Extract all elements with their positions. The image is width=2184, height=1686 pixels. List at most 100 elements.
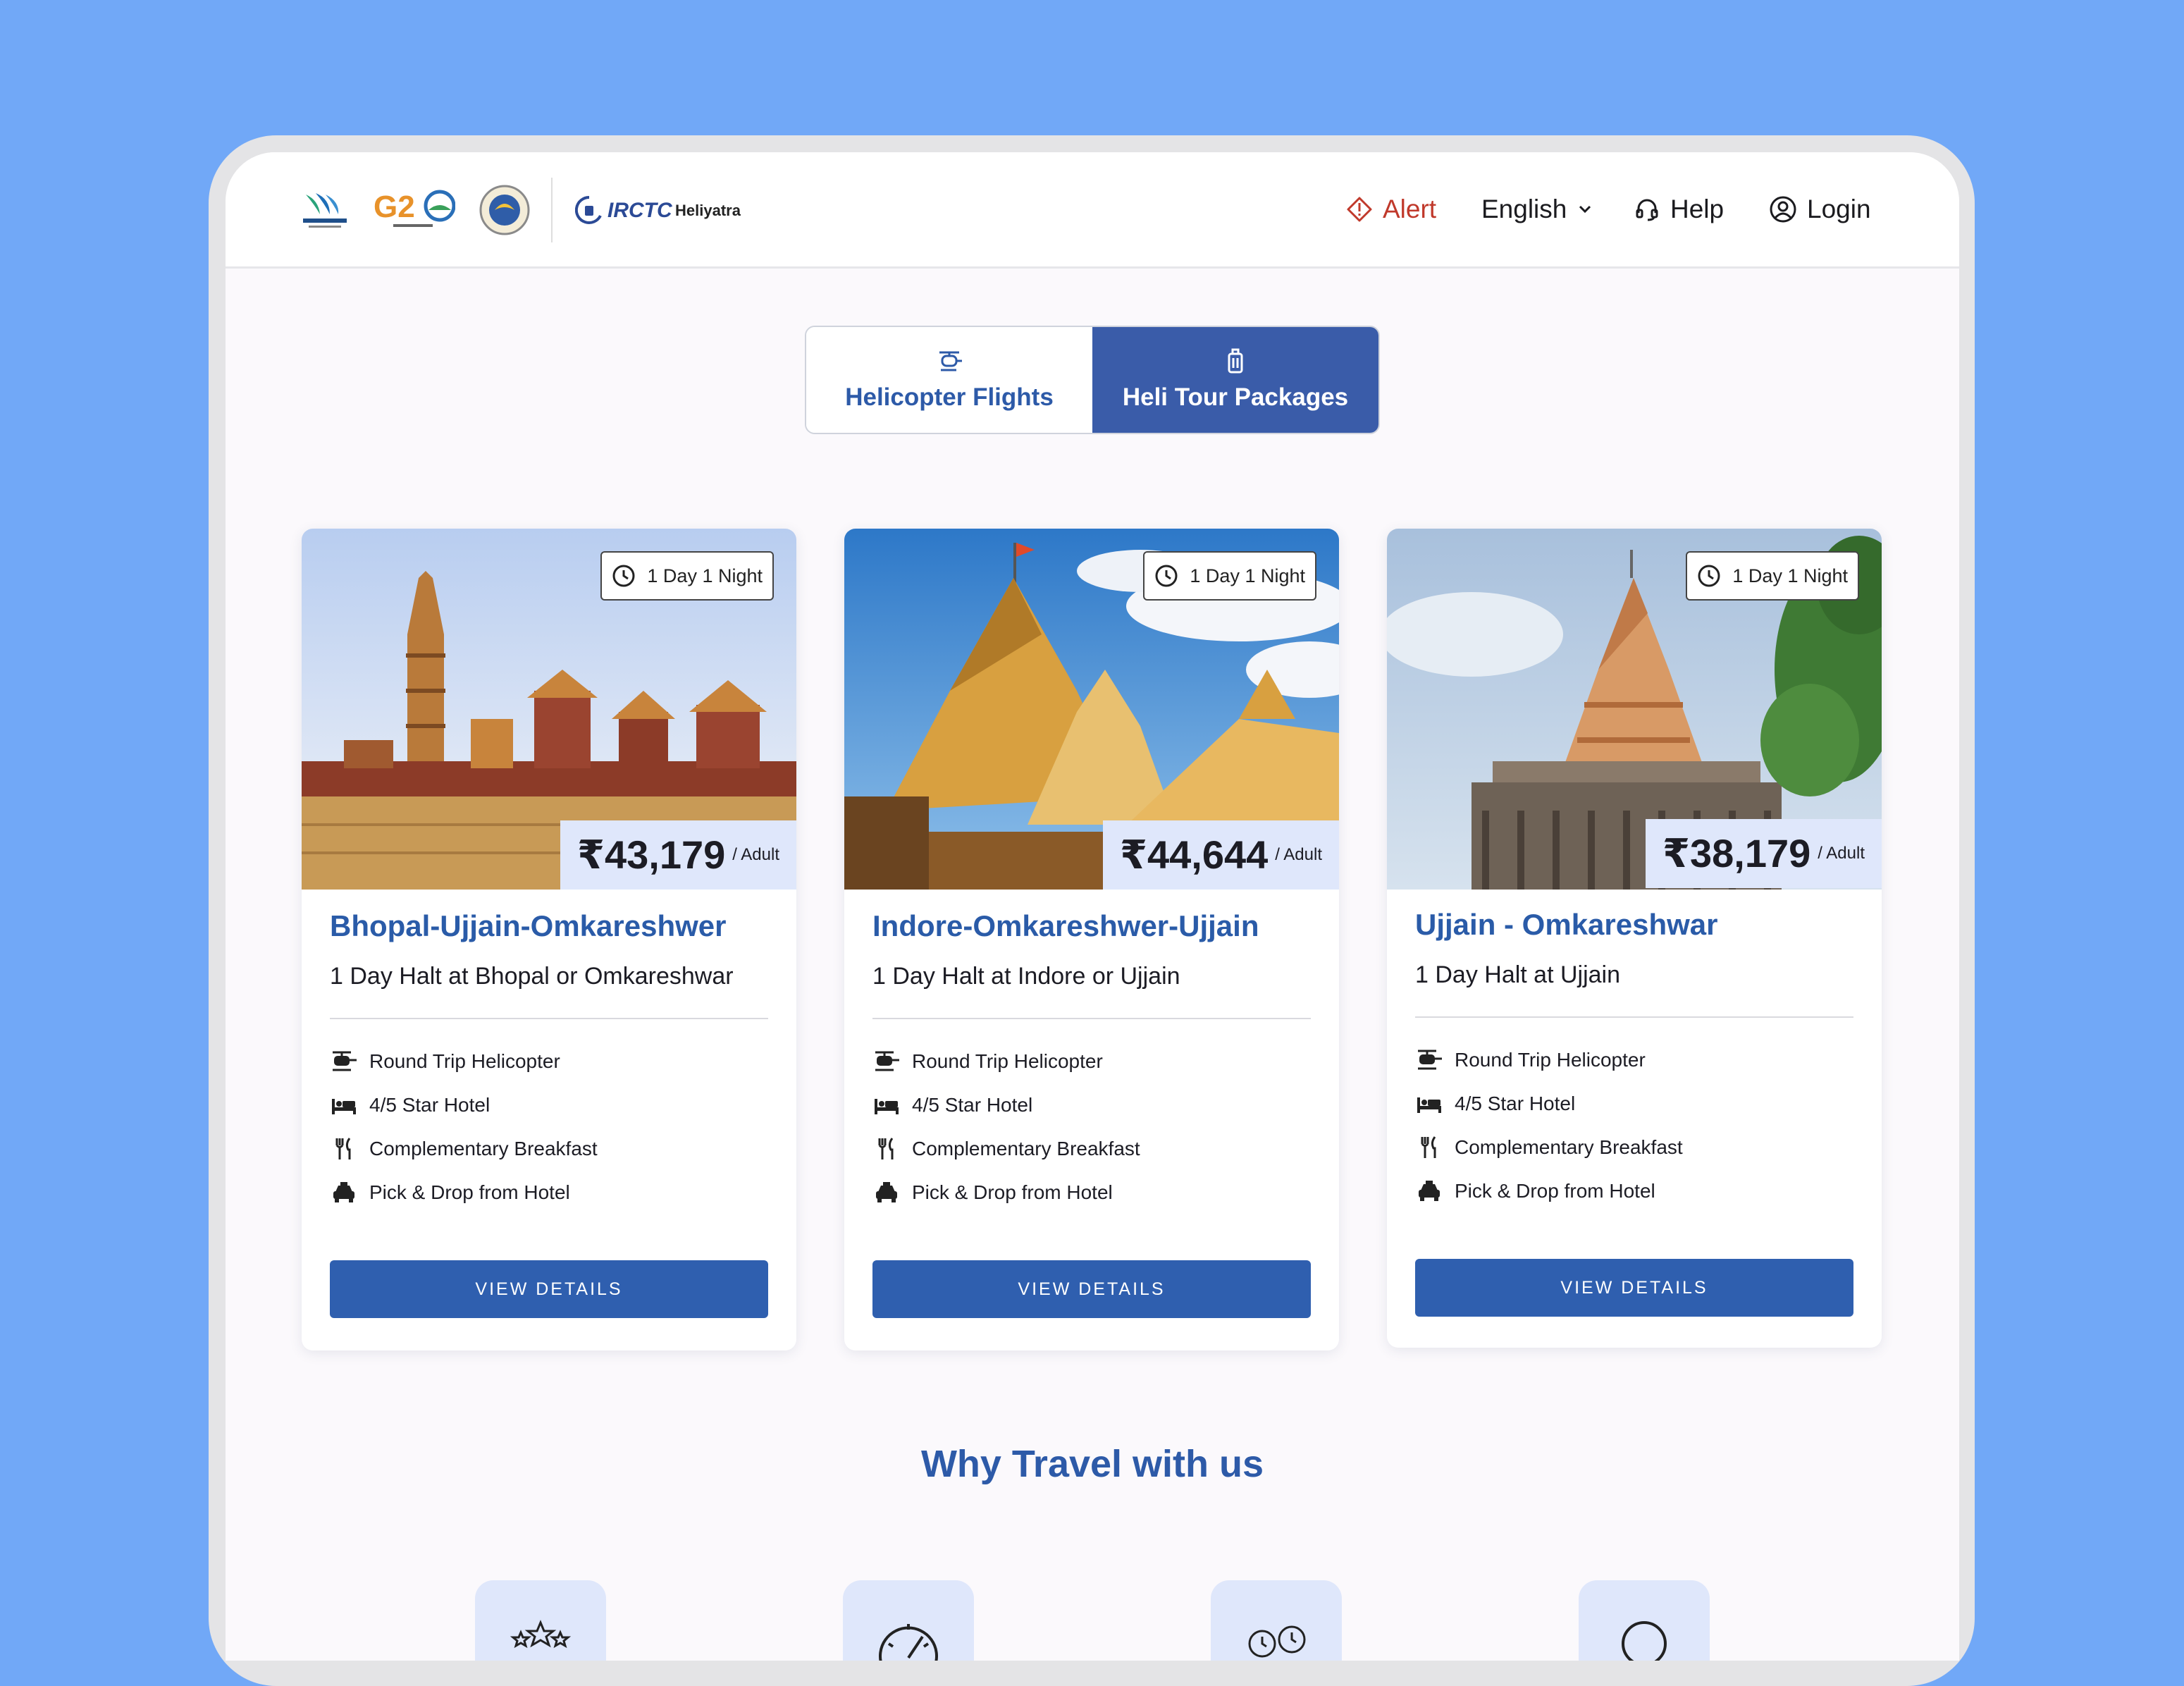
feature-label: 4/5 Star Hotel xyxy=(369,1094,491,1116)
logo-separator xyxy=(551,178,553,242)
stars-icon xyxy=(510,1620,572,1649)
helicopter-icon xyxy=(875,1051,899,1071)
card-divider xyxy=(1415,1016,1853,1018)
feature-label: 4/5 Star Hotel xyxy=(912,1094,1033,1116)
login-link[interactable]: Login xyxy=(1769,152,1871,266)
feature-label: 4/5 Star Hotel xyxy=(1455,1093,1576,1114)
package-card: 1 Day 1 Night ₹43,179 / Adult Bhopal-Ujj… xyxy=(302,529,796,1350)
feature-label: Round Trip Helicopter xyxy=(1455,1049,1646,1071)
feature-label: Complementary Breakfast xyxy=(369,1138,598,1159)
feature-item: Round Trip Helicopter xyxy=(1415,1046,1646,1074)
luggage-icon xyxy=(1228,348,1243,374)
uttarakhand-logo[interactable] xyxy=(299,187,351,234)
alert-link[interactable]: Alert xyxy=(1346,152,1436,266)
card-divider xyxy=(872,1018,1311,1019)
utensils-icon xyxy=(335,1138,351,1159)
person-icon xyxy=(1622,1621,1667,1661)
why-tile xyxy=(1579,1580,1710,1661)
clock-icon xyxy=(1155,565,1178,587)
feature-label: Pick & Drop from Hotel xyxy=(1455,1180,1655,1202)
price-tag: ₹44,644 / Adult xyxy=(1103,820,1339,890)
utensils-icon xyxy=(1421,1136,1436,1158)
price-amount: ₹38,179 xyxy=(1662,831,1811,875)
package-card: 1 Day 1 Night ₹44,644 / Adult Indore-Omk… xyxy=(844,529,1339,1350)
duration-badge: 1 Day 1 Night xyxy=(1143,551,1316,601)
g20-logo[interactable]: G2 xyxy=(372,186,455,233)
help-link[interactable]: Help xyxy=(1634,152,1724,266)
heliyatra-text: Heliyatra xyxy=(675,202,741,219)
irctc-emblem-icon xyxy=(575,195,602,224)
package-title: Indore-Omkareshwer-Ujjain xyxy=(872,909,1259,942)
price-tag: ₹43,179 / Adult xyxy=(560,820,796,890)
language-label: English xyxy=(1481,195,1567,223)
tab-helicopter-flights-label: Helicopter Flights xyxy=(845,383,1054,411)
help-label: Help xyxy=(1670,195,1725,223)
duration-badge: 1 Day 1 Night xyxy=(600,551,774,601)
view-details-button[interactable]: VIEW DETAILS xyxy=(1415,1259,1853,1317)
feature-label: Round Trip Helicopter xyxy=(369,1050,560,1072)
feature-item: Complementary Breakfast xyxy=(1415,1133,1683,1162)
package-title: Ujjain - Omkareshwar xyxy=(1415,908,1718,941)
package-subtitle: 1 Day Halt at Ujjain xyxy=(1415,961,1621,988)
login-label: Login xyxy=(1807,195,1871,223)
user-circle-icon xyxy=(1770,196,1796,223)
package-title: Bhopal-Ujjain-Omkareshwer xyxy=(330,909,727,942)
price-unit: / Adult xyxy=(732,845,779,864)
tab-heli-tour-packages[interactable]: Heli Tour Packages xyxy=(1092,327,1378,433)
svg-text:G2: G2 xyxy=(374,190,415,224)
bed-icon xyxy=(332,1099,356,1114)
feature-label: Pick & Drop from Hotel xyxy=(912,1181,1113,1203)
feature-item: Complementary Breakfast xyxy=(330,1135,598,1163)
irctc-heliyatra-logo[interactable]: IRCTC Heliyatra xyxy=(575,189,758,231)
view-details-button[interactable]: VIEW DETAILS xyxy=(872,1260,1311,1318)
feature-item: Pick & Drop from Hotel xyxy=(330,1179,570,1207)
feature-item: 4/5 Star Hotel xyxy=(330,1091,490,1119)
why-tile xyxy=(475,1580,606,1661)
duration-badge: 1 Day 1 Night xyxy=(1686,551,1859,601)
why-travel-heading: Why Travel with us xyxy=(920,1443,1264,1485)
headset-icon xyxy=(1636,199,1658,221)
package-subtitle: 1 Day Halt at Indore or Ujjain xyxy=(872,963,1180,990)
speedometer-icon xyxy=(879,1624,938,1661)
feature-item: Complementary Breakfast xyxy=(872,1135,1140,1163)
alert-label: Alert xyxy=(1383,195,1437,223)
price-tag: ₹38,179 / Adult xyxy=(1646,819,1882,888)
clock-icon xyxy=(612,565,635,587)
taxi-icon xyxy=(876,1182,897,1202)
feature-label: Complementary Breakfast xyxy=(912,1138,1140,1159)
feature-label: Round Trip Helicopter xyxy=(912,1050,1103,1072)
helicopter-icon xyxy=(333,1051,357,1071)
browser-screen: G2 IRCTC Heliyatra Alert English Help Lo… xyxy=(226,152,1959,1661)
booking-tabs: Helicopter Flights Heli Tour Packages xyxy=(805,326,1380,434)
chevron-down-icon xyxy=(1579,205,1591,214)
feature-label: Pick & Drop from Hotel xyxy=(369,1181,570,1203)
tab-heli-tour-packages-label: Heli Tour Packages xyxy=(1122,383,1349,411)
feature-item: Round Trip Helicopter xyxy=(330,1047,560,1076)
bed-icon xyxy=(1417,1097,1441,1113)
duration-text: 1 Day 1 Night xyxy=(647,565,763,586)
language-select[interactable]: English xyxy=(1481,152,1593,266)
bed-icon xyxy=(875,1099,899,1114)
government-seal-logo[interactable] xyxy=(478,183,531,237)
feature-item: Pick & Drop from Hotel xyxy=(872,1179,1113,1207)
feature-item: 4/5 Star Hotel xyxy=(1415,1090,1575,1118)
feature-item: 4/5 Star Hotel xyxy=(872,1091,1032,1119)
card-divider xyxy=(330,1018,768,1019)
tab-helicopter-flights[interactable]: Helicopter Flights xyxy=(806,327,1092,433)
feature-label: Complementary Breakfast xyxy=(1455,1136,1683,1158)
helicopter-icon xyxy=(939,351,962,371)
duration-text: 1 Day 1 Night xyxy=(1190,565,1305,586)
price-unit: / Adult xyxy=(1275,845,1322,864)
package-subtitle: 1 Day Halt at Bhopal or Omkareshwar xyxy=(330,963,734,990)
taxi-icon xyxy=(333,1182,354,1202)
helicopter-icon xyxy=(1418,1050,1442,1070)
feature-item: Round Trip Helicopter xyxy=(872,1047,1103,1076)
feature-item: Pick & Drop from Hotel xyxy=(1415,1177,1655,1205)
irctc-text: IRCTC xyxy=(607,199,672,222)
clock-icon xyxy=(1698,565,1720,587)
alert-diamond-icon xyxy=(1347,197,1372,222)
price-amount: ₹44,644 xyxy=(1120,832,1269,877)
package-card: 1 Day 1 Night ₹38,179 / Adult Ujjain - O… xyxy=(1387,529,1882,1348)
view-details-button[interactable]: VIEW DETAILS xyxy=(330,1260,768,1318)
clocks-icon xyxy=(1248,1625,1306,1658)
